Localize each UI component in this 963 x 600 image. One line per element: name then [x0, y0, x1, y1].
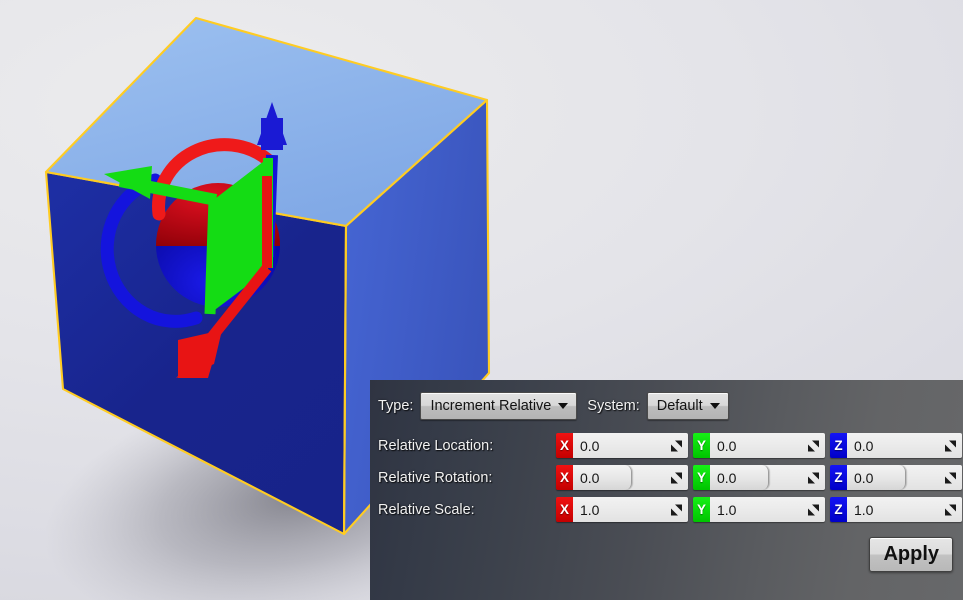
relative-rotation-z-field[interactable]: Z 0.0: [830, 465, 962, 490]
diagonal-resize-icon[interactable]: [945, 504, 956, 515]
transform-panel: Type: Increment Relative System: Default…: [370, 380, 963, 600]
system-dropdown[interactable]: Default: [646, 392, 729, 420]
diagonal-resize-icon[interactable]: [945, 440, 956, 451]
diagonal-resize-icon[interactable]: [808, 504, 819, 515]
chevron-down-icon: [709, 403, 720, 409]
app-window: Type: Increment Relative System: Default…: [0, 0, 963, 600]
apply-button[interactable]: Apply: [869, 537, 953, 572]
relative-scale-x-valuebox[interactable]: 1.0: [573, 497, 688, 522]
system-dropdown-value: Default: [656, 398, 703, 414]
axis-x-chip: X: [556, 433, 573, 458]
type-label: Type:: [378, 398, 414, 414]
relative-location-row: Relative Location: X 0.0 Y 0.0 Z 0.0: [370, 431, 963, 460]
relative-location-fields: X 0.0 Y 0.0 Z 0.0: [556, 433, 962, 458]
relative-location-y-field[interactable]: Y 0.0: [693, 433, 825, 458]
relative-location-y-valuebox[interactable]: 0.0: [710, 433, 825, 458]
relative-location-z-field[interactable]: Z 0.0: [830, 433, 962, 458]
relative-rotation-row: Relative Rotation: X 0.0 Y 0.0 Z 0.0: [370, 463, 963, 492]
relative-location-label: Relative Location:: [378, 437, 494, 454]
relative-location-x-valuebox[interactable]: 0.0: [573, 433, 688, 458]
relative-scale-z-field[interactable]: Z 1.0: [830, 497, 962, 522]
relative-scale-z-value: 1.0: [854, 501, 874, 518]
axis-y-chip: Y: [693, 465, 710, 490]
diagonal-resize-icon[interactable]: [808, 440, 819, 451]
diagonal-resize-icon[interactable]: [808, 472, 819, 483]
axis-y-chip: Y: [693, 497, 710, 522]
relative-rotation-x-value: 0.0: [580, 469, 600, 486]
diagonal-resize-icon[interactable]: [671, 504, 682, 515]
relative-rotation-y-value: 0.0: [717, 469, 737, 486]
relative-location-x-field[interactable]: X 0.0: [556, 433, 688, 458]
relative-rotation-fields: X 0.0 Y 0.0 Z 0.0: [556, 465, 962, 490]
axis-x-chip: X: [556, 465, 573, 490]
relative-rotation-y-field[interactable]: Y 0.0: [693, 465, 825, 490]
type-dropdown[interactable]: Increment Relative: [420, 392, 578, 420]
axis-z-chip: Z: [830, 433, 847, 458]
relative-rotation-z-valuebox[interactable]: 0.0: [847, 465, 962, 490]
relative-rotation-z-stepper[interactable]: 0.0: [847, 465, 906, 490]
relative-scale-fields: X 1.0 Y 1.0 Z 1.0: [556, 497, 962, 522]
relative-rotation-x-valuebox[interactable]: 0.0: [573, 465, 688, 490]
axis-z-chip: Z: [830, 465, 847, 490]
relative-rotation-z-value: 0.0: [854, 469, 874, 486]
relative-scale-y-valuebox[interactable]: 1.0: [710, 497, 825, 522]
chevron-down-icon: [558, 403, 569, 409]
relative-scale-row: Relative Scale: X 1.0 Y 1.0 Z 1.0: [370, 495, 963, 524]
relative-rotation-y-stepper[interactable]: 0.0: [710, 465, 769, 490]
axis-x-chip: X: [556, 497, 573, 522]
diagonal-resize-icon[interactable]: [671, 440, 682, 451]
relative-scale-x-value: 1.0: [580, 501, 600, 518]
relative-rotation-x-stepper[interactable]: 0.0: [573, 465, 632, 490]
relative-rotation-label: Relative Rotation:: [378, 469, 493, 486]
relative-rotation-y-valuebox[interactable]: 0.0: [710, 465, 825, 490]
relative-rotation-x-field[interactable]: X 0.0: [556, 465, 688, 490]
relative-location-y-value: 0.0: [717, 437, 737, 454]
relative-location-z-value: 0.0: [854, 437, 874, 454]
apply-row: Apply: [370, 537, 963, 572]
relative-location-z-valuebox[interactable]: 0.0: [847, 433, 962, 458]
transform-type-row: Type: Increment Relative System: Default: [370, 390, 963, 422]
relative-location-x-value: 0.0: [580, 437, 600, 454]
diagonal-resize-icon[interactable]: [671, 472, 682, 483]
type-dropdown-value: Increment Relative: [430, 398, 552, 414]
diagonal-resize-icon[interactable]: [945, 472, 956, 483]
axis-z-chip: Z: [830, 497, 847, 522]
axis-y-chip: Y: [693, 433, 710, 458]
relative-scale-y-field[interactable]: Y 1.0: [693, 497, 825, 522]
relative-scale-y-value: 1.0: [717, 501, 737, 518]
relative-scale-x-field[interactable]: X 1.0: [556, 497, 688, 522]
system-label: System:: [587, 398, 640, 414]
relative-scale-z-valuebox[interactable]: 1.0: [847, 497, 962, 522]
relative-scale-label: Relative Scale:: [378, 501, 475, 518]
